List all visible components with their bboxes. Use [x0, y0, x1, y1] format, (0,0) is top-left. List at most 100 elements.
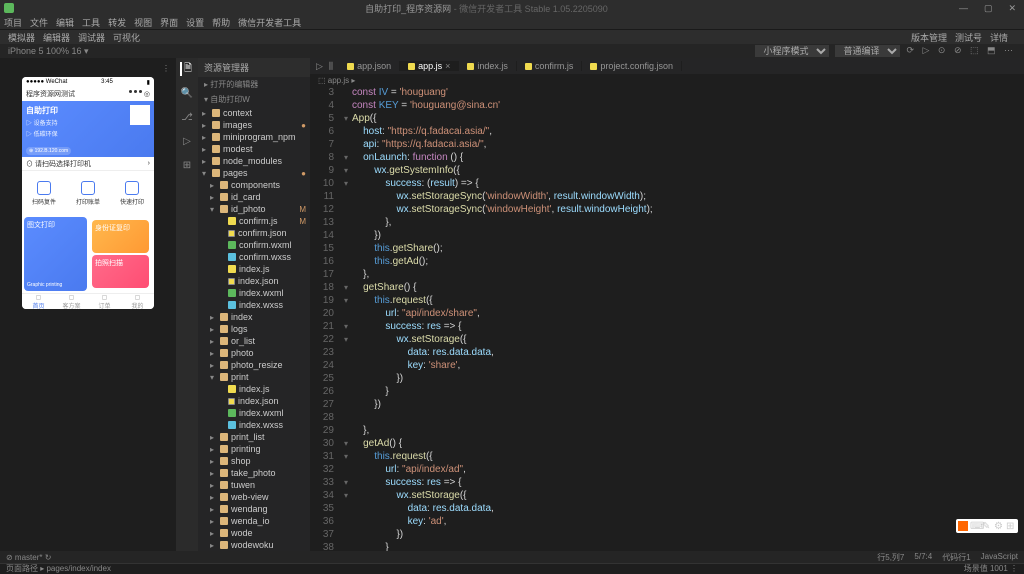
tree-index.json[interactable]: index.json: [198, 395, 310, 407]
tree-confirm.json[interactable]: confirm.json: [198, 227, 310, 239]
scan-printer-row[interactable]: ⊙ 请扫码选择打印机 ›: [22, 157, 154, 171]
tab-project.config.json[interactable]: project.config.json: [582, 61, 682, 71]
action-打印账单[interactable]: 打印账单: [76, 181, 100, 206]
tree-index.wxss[interactable]: index.wxss: [198, 299, 310, 311]
tool-icon[interactable]: ✎: [982, 521, 992, 531]
tabbar-客方案[interactable]: ▢客方案: [55, 294, 88, 309]
menu-微信开发者工具[interactable]: 微信开发者工具: [238, 16, 301, 29]
breadcrumb[interactable]: ⬚ app.js ▸: [310, 74, 1024, 86]
tabbar-订单[interactable]: ▢订单: [88, 294, 121, 309]
tree-index.wxml[interactable]: index.wxml: [198, 407, 310, 419]
minimap[interactable]: [1014, 86, 1024, 551]
action-快速打印[interactable]: 快速打印: [120, 181, 144, 206]
git-icon[interactable]: ⎇: [180, 110, 194, 124]
menu-转发[interactable]: 转发: [108, 16, 126, 29]
tree-pages[interactable]: ▾pages●: [198, 167, 310, 179]
open-editors-section[interactable]: ▸ 打开的编辑器: [198, 77, 310, 92]
compile-mode-select[interactable]: 小程序模式: [755, 45, 829, 57]
hero-banner[interactable]: 自助打印 ▷ 设备支持 ▷ 低碳环保 ⊕ 192.B.120.com: [22, 101, 154, 157]
action-扫码复件[interactable]: 扫码复件: [32, 181, 56, 206]
split-icon[interactable]: ⫼: [329, 61, 333, 72]
tree-wode[interactable]: ▸wode: [198, 527, 310, 539]
tree-printing[interactable]: ▸printing: [198, 443, 310, 455]
menu-帮助[interactable]: 帮助: [212, 16, 230, 29]
topbar-可视化[interactable]: 可视化: [113, 33, 140, 43]
tree-id_card[interactable]: ▸id_card: [198, 191, 310, 203]
page-path[interactable]: 页面路径 ▸ pages/index/index: [6, 563, 111, 574]
status-5/7:4[interactable]: 5/7:4: [914, 552, 932, 563]
tab-index.js[interactable]: index.js: [459, 61, 517, 71]
tree-photo_resize[interactable]: ▸photo_resize: [198, 359, 310, 371]
tree-context[interactable]: ▸context: [198, 107, 310, 119]
minimize-icon[interactable]: —: [955, 3, 972, 14]
explorer-icon[interactable]: 🗎: [180, 62, 194, 76]
tab-confirm.js[interactable]: confirm.js: [517, 61, 583, 71]
card-idcard-copy[interactable]: 身份证复印: [92, 220, 149, 253]
status-代码行1[interactable]: 代码行1: [942, 552, 970, 563]
topbar-测试号[interactable]: 测试号: [955, 33, 982, 43]
code-editor[interactable]: 3456789101112131415161718192021222324252…: [310, 86, 1024, 551]
status-JavaScript[interactable]: JavaScript: [981, 552, 1018, 563]
tree-components[interactable]: ▸components: [198, 179, 310, 191]
tab-app.json[interactable]: app.json: [339, 61, 400, 71]
toolbar-icons[interactable]: ⟳ ▷ ⊙ ⊘ ⬚ ⬒ ⋯: [906, 45, 1016, 57]
tree-confirm.wxss[interactable]: confirm.wxss: [198, 251, 310, 263]
project-root-section[interactable]: ▾ 自助打印W: [198, 92, 310, 107]
menu-编辑[interactable]: 编辑: [56, 16, 74, 29]
tree-wendang[interactable]: ▸wendang: [198, 503, 310, 515]
search-icon[interactable]: 🔍: [180, 86, 194, 100]
topbar-模拟器[interactable]: 模拟器: [8, 33, 35, 43]
tree-node_modules[interactable]: ▸node_modules: [198, 155, 310, 167]
tree-confirm.js[interactable]: confirm.jsM: [198, 215, 310, 227]
topbar-调试器[interactable]: 调试器: [78, 33, 105, 43]
menu-文件[interactable]: 文件: [30, 16, 48, 29]
keyboard-icon[interactable]: ⌨: [970, 521, 980, 531]
menu-工具[interactable]: 工具: [82, 16, 100, 29]
tree-miniprogram_npm[interactable]: ▸miniprogram_npm: [198, 131, 310, 143]
tree-or_list[interactable]: ▸or_list: [198, 335, 310, 347]
scene-value[interactable]: 场景值 1001 ⋮: [964, 563, 1018, 574]
maximize-icon[interactable]: ▢: [980, 3, 997, 14]
menu-项目[interactable]: 项目: [4, 16, 22, 29]
tabbar-我的[interactable]: ▢我的: [121, 294, 154, 309]
close-icon[interactable]: ✕: [1004, 3, 1020, 14]
compile-target-select[interactable]: 普通编译: [835, 45, 900, 57]
tree-wenda_io[interactable]: ▸wenda_io: [198, 515, 310, 527]
tree-shop[interactable]: ▸shop: [198, 455, 310, 467]
tree-id_photo[interactable]: ▾id_photoM: [198, 203, 310, 215]
sim-more-icon[interactable]: ⋮: [162, 64, 170, 73]
tree-index.json[interactable]: index.json: [198, 275, 310, 287]
tree-print[interactable]: ▾print: [198, 371, 310, 383]
topbar-详情[interactable]: 详情: [990, 33, 1008, 43]
tree-logs[interactable]: ▸logs: [198, 323, 310, 335]
debug-icon[interactable]: ▷: [180, 134, 194, 148]
tree-modest[interactable]: ▸modest: [198, 143, 310, 155]
tree-photo[interactable]: ▸photo: [198, 347, 310, 359]
phone-preview[interactable]: ●●●●● WeChat 3:45 ▮ 程序资源网测试 ◎ 自助打印 ▷ 设备支…: [22, 77, 154, 309]
card-graphic-print[interactable]: 图文打印 Graphic printing: [24, 217, 87, 291]
tree-index[interactable]: ▸index: [198, 311, 310, 323]
sogou-icon[interactable]: [958, 521, 968, 531]
gear-icon[interactable]: ⚙: [994, 521, 1004, 531]
card-photo-scan[interactable]: 拍照扫描: [92, 255, 149, 288]
more-icon[interactable]: ⊞: [1006, 521, 1016, 531]
extension-icon[interactable]: ⊞: [180, 158, 194, 172]
topbar-版本管理[interactable]: 版本管理: [911, 33, 947, 43]
tree-index.wxss[interactable]: index.wxss: [198, 419, 310, 431]
tree-web-view[interactable]: ▸web-view: [198, 491, 310, 503]
close-tab-icon[interactable]: ×: [445, 61, 450, 71]
menu-视图[interactable]: 视图: [134, 16, 152, 29]
tree-print_list[interactable]: ▸print_list: [198, 431, 310, 443]
status-行5,列7[interactable]: 行5,列7: [877, 552, 904, 563]
tree-take_photo[interactable]: ▸take_photo: [198, 467, 310, 479]
capsule-menu-icon[interactable]: ◎: [129, 90, 150, 98]
float-toolbar[interactable]: ⌨ ✎ ⚙ ⊞: [956, 519, 1018, 533]
tree-confirm.wxml[interactable]: confirm.wxml: [198, 239, 310, 251]
menu-设置[interactable]: 设置: [186, 16, 204, 29]
device-info[interactable]: iPhone 5 100% 16 ▾: [8, 46, 89, 57]
tree-tuwen[interactable]: ▸tuwen: [198, 479, 310, 491]
menu-界面[interactable]: 界面: [160, 16, 178, 29]
tree-images[interactable]: ▸images●: [198, 119, 310, 131]
tree-index.js[interactable]: index.js: [198, 263, 310, 275]
tree-index.js[interactable]: index.js: [198, 383, 310, 395]
